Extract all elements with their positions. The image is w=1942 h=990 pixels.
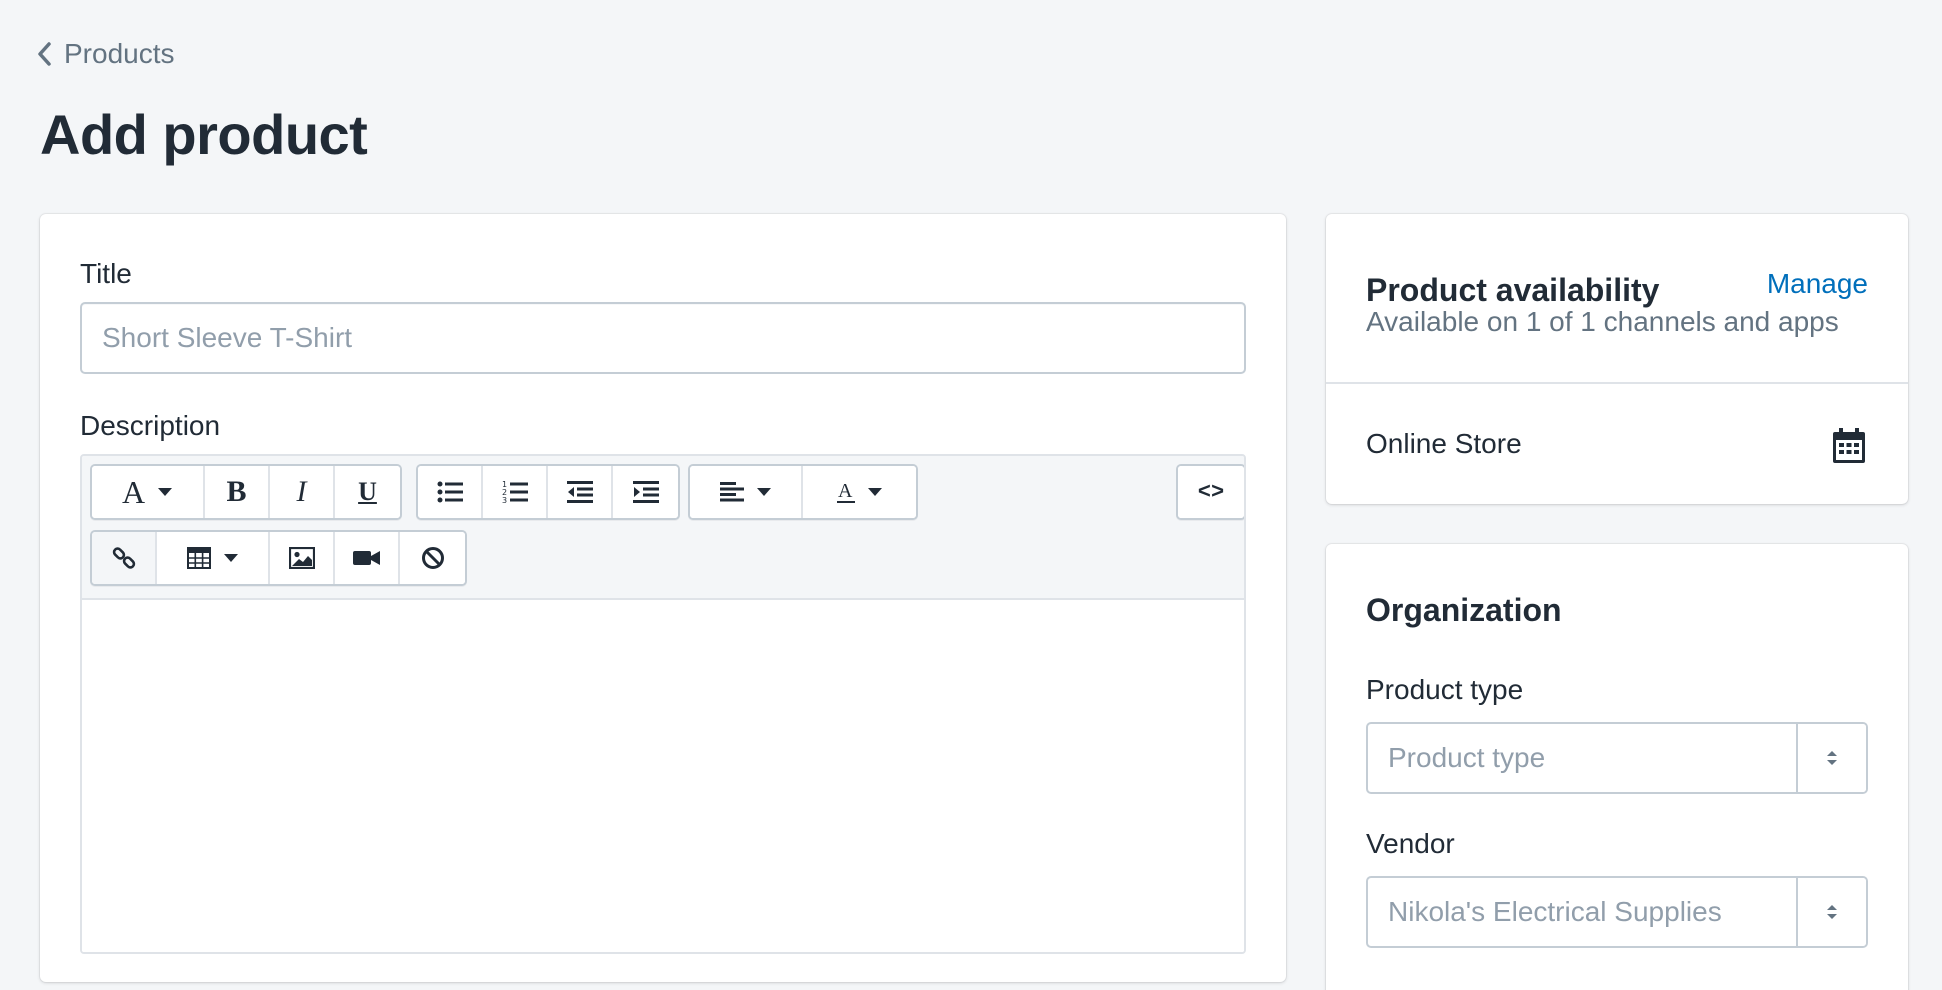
vendor-select bbox=[1366, 876, 1868, 948]
bulleted-list-icon bbox=[437, 481, 463, 503]
link-icon bbox=[112, 547, 135, 569]
video-button[interactable] bbox=[335, 532, 400, 584]
bold-icon: B bbox=[226, 475, 247, 508]
italic-button[interactable]: I bbox=[270, 466, 335, 518]
align-button[interactable] bbox=[690, 466, 803, 518]
product-availability-card: Product availability Manage Available on… bbox=[1326, 214, 1908, 504]
svg-text:A: A bbox=[838, 480, 853, 502]
organization-card: Organization Product type Vendor bbox=[1326, 544, 1908, 990]
caret-down-icon bbox=[756, 488, 771, 496]
outdent-button[interactable] bbox=[548, 466, 613, 518]
align-color-group: A bbox=[688, 464, 918, 520]
vendor-dropdown-toggle[interactable] bbox=[1796, 878, 1866, 946]
breadcrumb-label: Products bbox=[64, 38, 175, 69]
clear-formatting-button[interactable] bbox=[400, 532, 465, 584]
code-icon: <> bbox=[1197, 479, 1225, 505]
font-a-icon: A bbox=[121, 474, 146, 510]
image-icon bbox=[288, 547, 315, 569]
select-arrows-icon bbox=[1827, 751, 1837, 765]
breadcrumb-back-link[interactable]: Products bbox=[36, 38, 175, 70]
title-input[interactable] bbox=[80, 302, 1246, 374]
calendar-icon[interactable] bbox=[1832, 428, 1866, 464]
caret-down-icon bbox=[158, 488, 173, 496]
product-type-input[interactable] bbox=[1368, 724, 1796, 792]
channel-online-store: Online Store bbox=[1366, 428, 1522, 459]
page-title: Add product bbox=[40, 103, 368, 166]
list-indent-group: 1 2 3 bbox=[416, 464, 680, 520]
product-details-card: Title Description A B I U bbox=[40, 214, 1286, 982]
align-left-icon bbox=[719, 482, 744, 502]
indent-icon bbox=[632, 481, 659, 503]
product-type-select bbox=[1366, 722, 1868, 794]
svg-text:3: 3 bbox=[502, 496, 507, 504]
indent-button[interactable] bbox=[613, 466, 678, 518]
link-button[interactable] bbox=[92, 532, 157, 584]
editor-toolbar: A B I U 1 2 3 A <> bbox=[82, 456, 1244, 600]
text-format-group: A B I U bbox=[90, 464, 402, 520]
outdent-icon bbox=[566, 481, 593, 503]
clear-formatting-icon bbox=[421, 547, 444, 569]
title-label: Title bbox=[80, 258, 132, 289]
text-color-button[interactable]: A bbox=[803, 466, 916, 518]
manage-link[interactable]: Manage bbox=[1767, 268, 1868, 300]
availability-title: Product availability bbox=[1366, 272, 1660, 308]
vendor-label: Vendor bbox=[1366, 828, 1455, 859]
chevron-left-icon bbox=[38, 42, 51, 66]
caret-down-icon bbox=[867, 488, 882, 496]
bold-button[interactable]: B bbox=[205, 466, 270, 518]
text-color-icon: A bbox=[836, 480, 855, 503]
underline-button[interactable]: U bbox=[335, 466, 400, 518]
product-type-dropdown-toggle[interactable] bbox=[1796, 724, 1866, 792]
organization-title: Organization bbox=[1366, 592, 1562, 628]
product-type-label: Product type bbox=[1366, 674, 1524, 705]
video-icon bbox=[352, 551, 380, 565]
bulleted-list-button[interactable] bbox=[418, 466, 483, 518]
font-style-button[interactable]: A bbox=[92, 466, 205, 518]
divider bbox=[1326, 382, 1908, 384]
caret-down-icon bbox=[223, 554, 238, 562]
html-group: <> bbox=[1176, 464, 1244, 520]
table-button[interactable] bbox=[157, 532, 270, 584]
description-editor: A B I U 1 2 3 A <> bbox=[80, 454, 1246, 954]
description-text-area[interactable] bbox=[82, 600, 1244, 952]
italic-icon: I bbox=[296, 475, 307, 508]
numbered-list-button[interactable]: 1 2 3 bbox=[483, 466, 548, 518]
underline-icon: U bbox=[358, 477, 377, 506]
html-code-button[interactable]: <> bbox=[1178, 466, 1244, 518]
select-arrows-icon bbox=[1827, 905, 1837, 919]
vendor-input[interactable] bbox=[1368, 878, 1796, 946]
table-icon bbox=[186, 547, 211, 569]
insert-group bbox=[90, 530, 467, 586]
numbered-list-icon: 1 2 3 bbox=[502, 480, 528, 504]
image-button[interactable] bbox=[270, 532, 335, 584]
description-label: Description bbox=[80, 410, 221, 441]
availability-subtitle: Available on 1 of 1 channels and apps bbox=[1366, 306, 1839, 337]
